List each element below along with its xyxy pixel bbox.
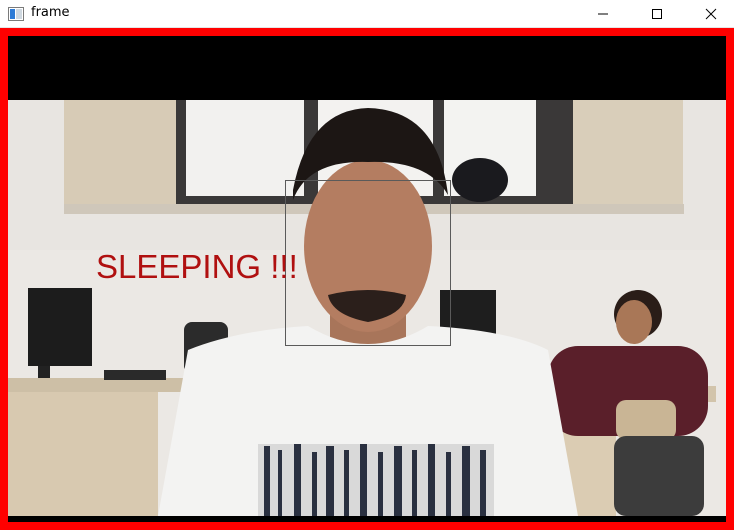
minimize-button[interactable] (580, 0, 626, 27)
video-frame: SLEEPING !!! (0, 28, 734, 530)
drowsiness-status-text: SLEEPING !!! (96, 248, 298, 285)
letterbox-bottom (8, 516, 726, 522)
window-title: frame (31, 5, 70, 20)
close-icon (705, 8, 717, 19)
face-detection-box (285, 180, 451, 346)
opencv-window-icon (8, 7, 24, 21)
maximize-button[interactable] (634, 0, 680, 27)
maximize-icon (652, 8, 662, 19)
window-title-bar[interactable]: frame (0, 0, 734, 28)
letterbox-top (8, 36, 726, 100)
close-button[interactable] (688, 0, 734, 27)
minimize-icon (598, 13, 608, 14)
